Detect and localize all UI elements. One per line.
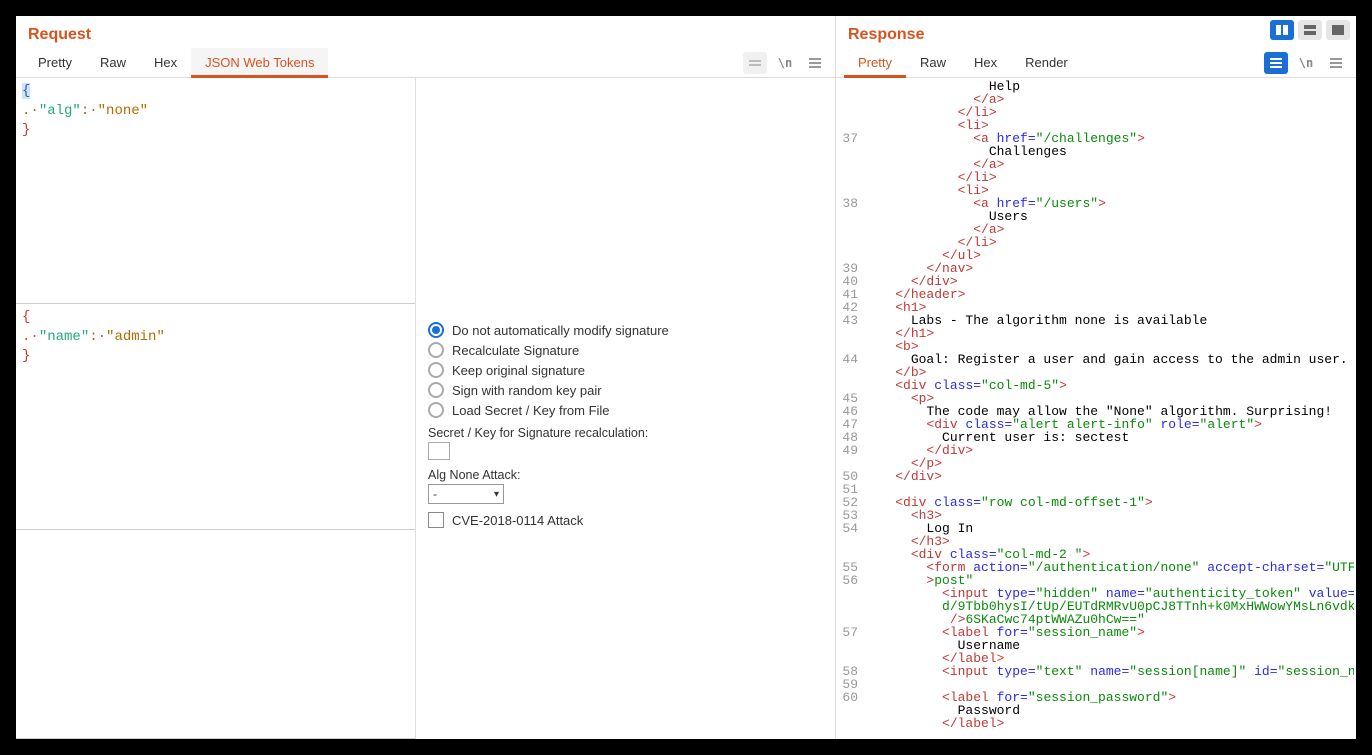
radio-random-key[interactable]: Sign with random key pair	[428, 382, 823, 398]
request-tabs: Pretty Raw Hex JSON Web Tokens \n	[16, 48, 835, 78]
response-tabs: Pretty Raw Hex Render \n	[836, 48, 1356, 78]
secret-key-label: Secret / Key for Signature recalculation…	[428, 426, 823, 440]
radio-label: Keep original signature	[452, 363, 585, 378]
full-icon	[1332, 25, 1344, 35]
tab-hex[interactable]: Hex	[140, 48, 191, 78]
radio-label: Sign with random key pair	[452, 383, 602, 398]
line-number-gutter: 3738394041424344454647484950515253545556…	[836, 78, 862, 739]
view-mode-group	[1270, 20, 1350, 40]
rows-icon	[1304, 25, 1316, 35]
tab-pretty[interactable]: Pretty	[844, 48, 906, 78]
view-columns-button[interactable]	[1270, 20, 1294, 40]
radio-label: Recalculate Signature	[452, 343, 579, 358]
radio-keep-original[interactable]: Keep original signature	[428, 362, 823, 378]
bars-icon	[1270, 58, 1282, 68]
radio-icon	[428, 362, 444, 378]
request-title: Request	[16, 16, 835, 48]
radio-icon	[428, 342, 444, 358]
radio-label: Load Secret / Key from File	[452, 403, 610, 418]
radio-icon	[428, 322, 444, 338]
request-wrap-toggle[interactable]: \n	[773, 52, 797, 74]
brace-open: {	[22, 83, 30, 99]
menu-icon	[809, 58, 821, 68]
response-code[interactable]: Help </a> </li> <li> <a href="/challenge…	[862, 78, 1356, 739]
cve-attack-checkbox[interactable]: CVE-2018-0114 Attack	[428, 512, 823, 528]
radio-load-secret[interactable]: Load Secret / Key from File	[428, 402, 823, 418]
newline-icon: \n	[778, 56, 792, 70]
chevron-down-icon: ▾	[494, 489, 499, 500]
radio-recalculate[interactable]: Recalculate Signature	[428, 342, 823, 358]
radio-icon	[428, 382, 444, 398]
alg-none-label: Alg None Attack:	[428, 468, 823, 482]
tab-hex[interactable]: Hex	[960, 48, 1011, 78]
alg-none-value: -	[433, 487, 437, 501]
checkbox-icon	[428, 512, 444, 528]
view-rows-button[interactable]	[1298, 20, 1322, 40]
tab-raw[interactable]: Raw	[86, 48, 140, 78]
tab-render[interactable]: Render	[1011, 48, 1082, 78]
response-panel: Response Pretty Raw Hex Render \n 373839…	[836, 16, 1356, 739]
radio-label: Do not automatically modify signature	[452, 323, 669, 338]
tab-jwt[interactable]: JSON Web Tokens	[191, 48, 328, 78]
secret-key-input[interactable]	[428, 442, 450, 460]
alg-none-select[interactable]: - ▾	[428, 484, 504, 504]
tab-raw[interactable]: Raw	[906, 48, 960, 78]
view-full-button[interactable]	[1326, 20, 1350, 40]
request-menu[interactable]	[803, 52, 827, 74]
jwt-payload-editor[interactable]: { .·"name":·"admin" }	[16, 304, 415, 530]
response-action-1[interactable]	[1264, 52, 1288, 74]
jwt-signature-editor[interactable]	[16, 530, 415, 739]
newline-icon: \n	[1299, 56, 1313, 70]
request-panel: Request Pretty Raw Hex JSON Web Tokens \…	[16, 16, 836, 739]
columns-icon	[1276, 25, 1288, 35]
radio-no-modify[interactable]: Do not automatically modify signature	[428, 322, 823, 338]
jwt-header-editor[interactable]: { .·"alg":·"none" }	[16, 78, 415, 304]
request-action-1[interactable]	[743, 52, 767, 74]
jwt-options: Do not automatically modify signature Re…	[416, 78, 835, 739]
response-menu[interactable]	[1324, 52, 1348, 74]
menu-icon	[1330, 58, 1342, 68]
bars-icon	[749, 60, 761, 66]
response-wrap-toggle[interactable]: \n	[1294, 52, 1318, 74]
jwt-editors: { .·"alg":·"none" } { .·"name":·"admin" …	[16, 78, 416, 739]
radio-icon	[428, 402, 444, 418]
tab-pretty[interactable]: Pretty	[24, 48, 86, 78]
checkbox-label: CVE-2018-0114 Attack	[452, 513, 583, 528]
